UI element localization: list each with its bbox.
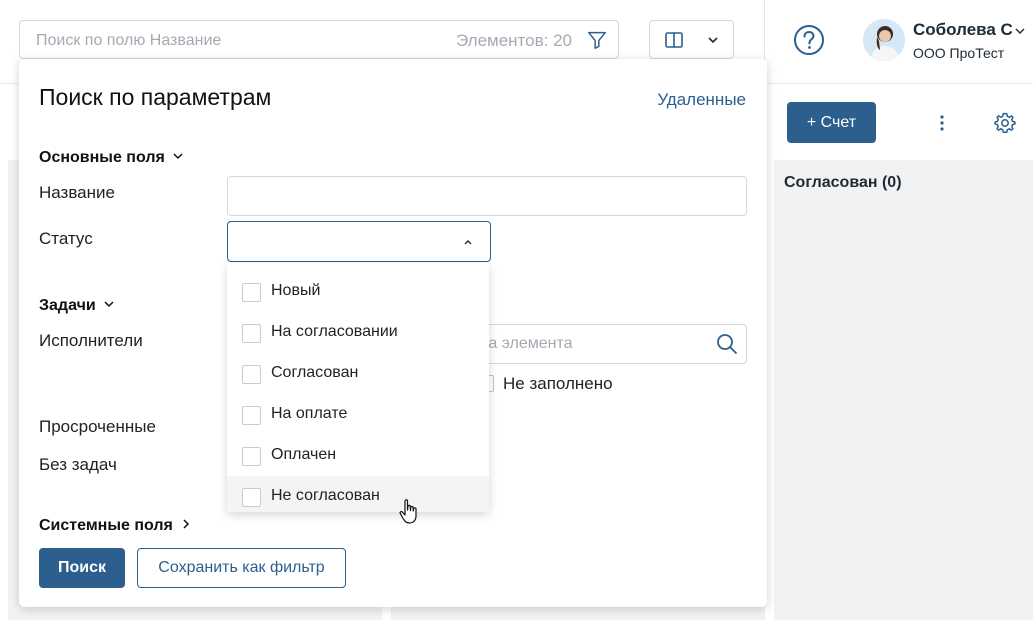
search-input[interactable]: Поиск по полю Название Элементов: 20 <box>19 20 619 59</box>
status-option[interactable]: На согласовании <box>227 312 489 353</box>
status-option[interactable]: Новый <box>227 271 489 312</box>
field-label-executors: Исполнители <box>39 331 143 350</box>
section-label: Задачи <box>39 297 96 314</box>
option-checkbox[interactable] <box>242 447 261 466</box>
section-tasks[interactable]: Задачи <box>39 297 116 315</box>
status-option[interactable]: На оплате <box>227 394 489 435</box>
option-label: Новый <box>271 282 321 299</box>
chevron-right-icon <box>183 519 189 529</box>
columns-view-icon <box>665 32 683 48</box>
option-label: На оплате <box>271 405 348 422</box>
option-checkbox[interactable] <box>242 283 261 302</box>
status-dropdown: Новый На согласовании Согласован На опла… <box>227 263 489 512</box>
hand-cursor-icon <box>399 499 417 524</box>
field-label-no-tasks: Без задач <box>39 455 117 474</box>
chevron-down-icon <box>708 37 718 44</box>
deleted-link[interactable]: Удаленные <box>657 90 746 110</box>
status-option[interactable]: Не согласован <box>227 476 489 512</box>
name-field[interactable] <box>227 176 747 216</box>
save-as-filter-button[interactable]: Сохранить как фильтр <box>137 548 346 588</box>
elements-count: Элементов: 20 <box>456 31 572 50</box>
status-option[interactable]: Оплачен <box>227 435 489 476</box>
option-label: Оплачен <box>271 446 337 463</box>
search-button[interactable]: Поиск <box>39 548 125 588</box>
chevron-up-icon <box>464 240 472 245</box>
option-label: На согласовании <box>271 323 398 340</box>
filter-icon[interactable] <box>586 29 608 51</box>
user-menu-chevron-icon[interactable] <box>1013 24 1027 38</box>
section-label: Основные поля <box>39 149 165 166</box>
not-filled-label: Не заполнено <box>503 374 613 393</box>
field-label-name: Название <box>39 183 115 202</box>
option-checkbox[interactable] <box>242 406 261 425</box>
option-checkbox[interactable] <box>242 324 261 343</box>
help-icon[interactable] <box>793 24 825 56</box>
option-label: Не согласован <box>271 487 380 504</box>
chevron-down-icon <box>104 301 114 308</box>
option-checkbox[interactable] <box>242 488 261 507</box>
column-title: Согласован (0) <box>784 174 902 191</box>
option-label: Согласован <box>271 364 359 381</box>
option-checkbox[interactable] <box>242 365 261 384</box>
view-mode-button[interactable] <box>649 20 734 59</box>
status-select[interactable] <box>227 221 491 262</box>
panel-title: Поиск по параметрам <box>39 84 272 110</box>
search-icon[interactable] <box>715 332 739 356</box>
more-options-icon[interactable] <box>935 113 949 133</box>
add-invoice-button[interactable]: + Счет <box>787 102 876 143</box>
section-main-fields[interactable]: Основные поля <box>39 149 185 167</box>
section-label: Системные поля <box>39 517 173 534</box>
avatar-image <box>863 19 905 61</box>
user-organization: ООО ПроТест <box>913 45 1005 61</box>
field-label-overdue: Просроченные <box>39 417 156 436</box>
user-name[interactable]: Соболева С <box>913 20 1013 40</box>
avatar[interactable] <box>863 19 905 61</box>
board-column: Согласован (0) <box>774 160 1033 620</box>
status-option[interactable]: Согласован <box>227 353 489 394</box>
search-placeholder: Поиск по полю Название <box>36 32 222 49</box>
chevron-down-icon <box>173 153 183 160</box>
section-system-fields[interactable]: Системные поля <box>39 517 193 535</box>
gear-icon[interactable] <box>993 111 1017 135</box>
field-label-status: Статус <box>39 229 93 248</box>
